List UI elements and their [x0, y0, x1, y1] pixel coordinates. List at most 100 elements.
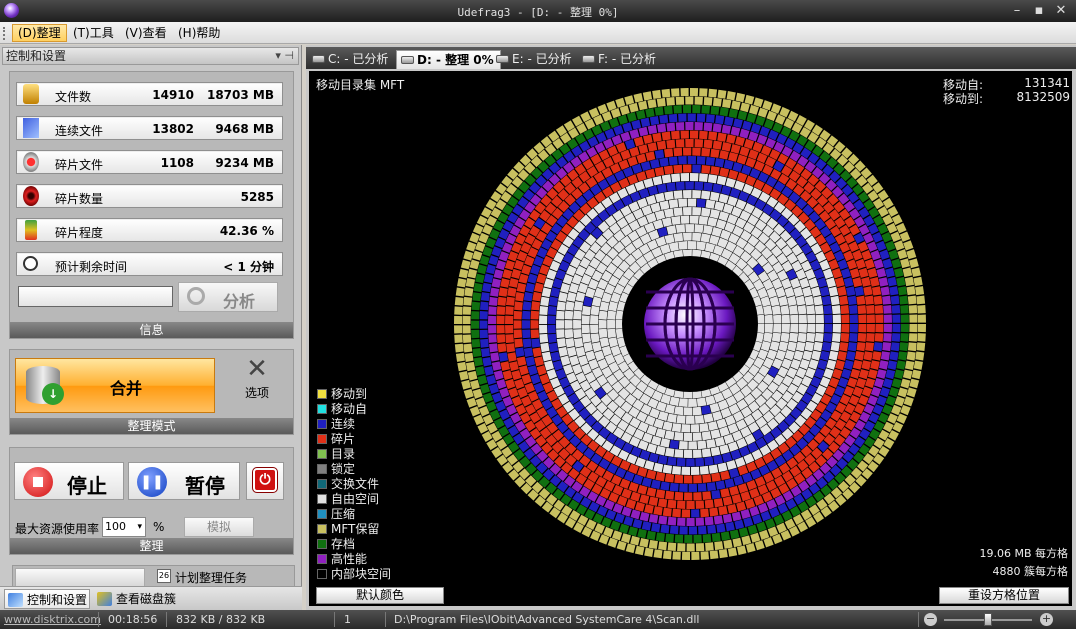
shutdown-button[interactable]: ⏻	[246, 462, 284, 500]
legend-swatch	[317, 494, 327, 504]
legend-swatch	[317, 539, 327, 549]
tab-drive-d[interactable]: D: - 整理 0%	[396, 50, 501, 69]
legend-item[interactable]: 移动到	[315, 387, 391, 402]
defrag-footer: 整理	[10, 538, 293, 554]
legend-item[interactable]: 压缩	[315, 507, 391, 522]
options-button[interactable]: ✕ 选项	[232, 354, 282, 408]
stat-label: 预计剩余时间	[55, 260, 128, 274]
cluster-disk-graphic	[454, 88, 926, 560]
fragmented-files-icon	[23, 152, 39, 172]
schedule-task-link[interactable]: 计划整理任务	[175, 569, 247, 586]
info-text-field[interactable]	[18, 286, 173, 307]
tab-drive-e[interactable]: E: - 已分析	[492, 50, 578, 69]
pin-icon[interactable]: ▾ ⊣	[275, 48, 294, 64]
stat-fragment-count: 碎片数量 5285	[16, 184, 283, 208]
stat-contiguous: 连续文件 13802 9468 MB	[16, 116, 283, 140]
zoom-in-icon[interactable]: +	[1040, 613, 1053, 626]
legend-item[interactable]: 高性能	[315, 552, 391, 567]
tab-view-clusters[interactable]: 查看磁盘簇	[94, 589, 190, 609]
legend-item[interactable]: 目录	[315, 447, 391, 462]
defrag-group: 停止 ❚❚ 暂停 ⏻ 最大资源使用率 100 ▾ % 模拟 整理	[9, 447, 294, 555]
legend-item[interactable]: 锁定	[315, 462, 391, 477]
drive-icon	[496, 55, 509, 63]
zoom-slider-thumb[interactable]	[984, 613, 992, 626]
legend-label: 存档	[331, 537, 356, 551]
stat-value: < 1 分钟	[223, 260, 274, 274]
tab-label: 查看磁盘簇	[116, 592, 177, 606]
legend-item[interactable]: 存档	[315, 537, 391, 552]
tab-label: F: - 已分析	[598, 52, 656, 66]
legend-item[interactable]: 交换文件	[315, 477, 391, 492]
analyze-button[interactable]: 分析	[178, 282, 278, 312]
fragment-count-icon	[23, 186, 39, 206]
tab-label: D: - 整理 0%	[417, 53, 494, 67]
merge-button[interactable]: ↓ 合并	[15, 358, 215, 413]
legend-label: 连续	[331, 417, 356, 431]
simulate-button[interactable]: 模拟	[184, 517, 254, 537]
move-to-value: 8132509	[1016, 90, 1070, 104]
zoom-out-icon[interactable]: −	[924, 613, 937, 626]
legend-item[interactable]: 内部块空间	[315, 567, 391, 582]
stat-value-count: 14910	[152, 88, 194, 102]
menu-view[interactable]: (V)查看	[120, 24, 172, 42]
tab-drive-c[interactable]: C: - 已分析	[308, 50, 394, 69]
legend-item[interactable]: 连续	[315, 417, 391, 432]
fragmentation-level-icon	[25, 220, 37, 240]
legend-label: 移动到	[331, 387, 368, 401]
tab-control-settings[interactable]: 控制和设置	[4, 589, 90, 609]
legend-swatch	[317, 569, 327, 579]
website-link[interactable]: www.disktrix.com	[4, 613, 101, 627]
legend-swatch	[317, 509, 327, 519]
legend-swatch	[317, 479, 327, 489]
legend-label: 高性能	[331, 552, 368, 566]
legend-swatch	[317, 554, 327, 564]
tab-label: E: - 已分析	[512, 52, 572, 66]
tab-drive-f[interactable]: F: - 已分析	[578, 50, 662, 69]
max-resource-label: 最大资源使用率	[15, 522, 100, 536]
panel-tabs: 控制和设置 查看磁盘簇	[0, 586, 302, 610]
drive-tabs: C: - 已分析 D: - 整理 0% E: - 已分析 F: - 已分析	[306, 47, 1076, 69]
menu-help[interactable]: (H)帮助	[173, 24, 225, 42]
legend-swatch	[317, 464, 327, 474]
close-icon[interactable]: ✕	[1050, 2, 1072, 20]
menu-tools[interactable]: (T)工具	[68, 24, 119, 42]
map-status: 移动目录集 MFT	[316, 78, 405, 92]
stat-fragmentation-level: 碎片程度 42.36 %	[16, 218, 283, 242]
legend-label: 压缩	[331, 507, 356, 521]
stat-fragmented: 碎片文件 1108 9234 MB	[16, 150, 283, 174]
legend-item[interactable]: MFT保留	[315, 522, 391, 537]
clusters-icon	[97, 592, 112, 606]
stop-button[interactable]: 停止	[14, 462, 124, 500]
drive-icon	[582, 55, 595, 63]
percent-sign: %	[153, 520, 165, 534]
max-resource-select[interactable]: 100 ▾	[102, 517, 146, 537]
toolbar-grip[interactable]	[3, 27, 6, 40]
legend-item[interactable]: 碎片	[315, 432, 391, 447]
cluster-map[interactable]: 移动目录集 MFT 移动自: 131341 移动到: 8132509 移动到 移动…	[309, 71, 1072, 606]
stop-button-label: 停止	[67, 474, 107, 498]
magnifier-icon	[187, 287, 205, 305]
reset-grid-button[interactable]: 重设方格位置	[939, 587, 1069, 604]
info-group: 文件数 14910 18703 MB 连续文件 13802 9468 MB 碎片…	[9, 71, 294, 339]
legend-swatch	[317, 524, 327, 534]
settings-icon	[8, 593, 23, 607]
menu-defrag[interactable]: (D)整理	[12, 24, 67, 42]
default-colors-button[interactable]: 默认颜色	[316, 587, 444, 604]
pause-icon: ❚❚	[137, 467, 167, 497]
tab-label: 控制和设置	[27, 593, 88, 607]
stat-label: 碎片程度	[55, 226, 104, 240]
status-divider	[918, 612, 919, 627]
minimize-icon[interactable]: –	[1006, 2, 1028, 20]
legend-swatch	[317, 389, 327, 399]
drive-icon	[401, 56, 414, 64]
stat-label: 碎片文件	[55, 158, 104, 172]
stat-value: 42.36 %	[219, 224, 274, 238]
legend-item[interactable]: 移动自	[315, 402, 391, 417]
maximize-icon[interactable]: ▪	[1028, 2, 1050, 20]
legend-swatch	[317, 434, 327, 444]
drive-icon	[312, 55, 325, 63]
legend-item[interactable]: 自由空间	[315, 492, 391, 507]
pause-button[interactable]: ❚❚ 暂停	[128, 462, 240, 500]
analyze-button-label: 分析	[223, 292, 256, 311]
stopwatch-icon	[23, 256, 38, 271]
